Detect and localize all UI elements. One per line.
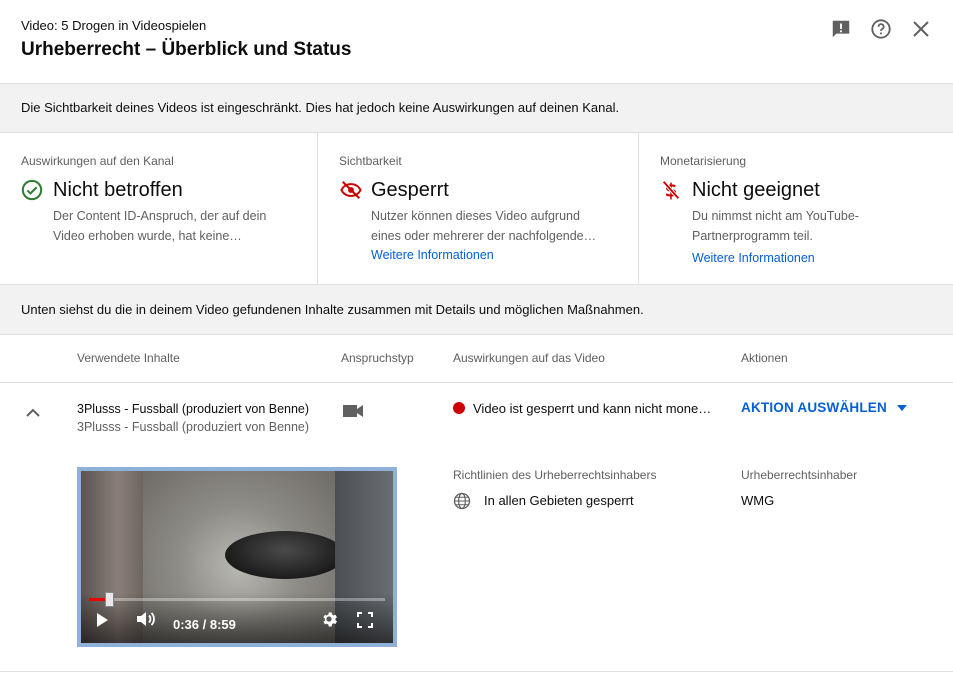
scrubber-handle[interactable]: [104, 592, 114, 607]
video-camera-icon: [342, 403, 364, 419]
video-frame: 0:36 / 8:59: [81, 471, 393, 643]
header-actions: Aktionen: [741, 351, 788, 365]
visibility-status: Gesperrt: [371, 179, 449, 201]
policy-label: Richtlinien des Urheberrechtsinhabers: [453, 468, 657, 482]
owner-text: WMG: [741, 493, 775, 508]
blocked-status-dot: [453, 402, 465, 414]
channel-impact-card: Auswirkungen auf den Kanal Nicht betroff…: [0, 133, 317, 285]
caret-down-icon: [896, 404, 907, 411]
help-icon[interactable]: [868, 16, 894, 42]
check-circle-icon: [21, 179, 43, 201]
header-claim-type: Anspruchstyp: [341, 351, 414, 365]
monetization-more-info-link[interactable]: Weitere Informationen: [692, 251, 815, 265]
status-overview: Auswirkungen auf den Kanal Nicht betroff…: [0, 133, 953, 285]
select-action-label: AKTION AUSWÄHLEN: [741, 400, 887, 415]
video-thumbnail-pan: [225, 531, 345, 579]
video-label: Video: 5 Drogen in Videospielen: [21, 18, 207, 33]
volume-icon[interactable]: [135, 610, 157, 633]
content-subtitle: 3Plusss - Fussball (produziert von Benne…: [77, 420, 310, 434]
visibility-label: Sichtbarkeit: [339, 154, 402, 168]
monetization-card: Monetarisierung $ Nicht geeignet Du nimm…: [638, 133, 953, 285]
monetization-label: Monetarisierung: [660, 154, 747, 168]
table-row: 3Plusss - Fussball (produziert von Benne…: [0, 383, 953, 672]
monetization-description: Du nimmst nicht am YouTube- Partnerprogr…: [692, 209, 859, 243]
visibility-card: Sichtbarkeit Gesperrt Nutzer können dies…: [317, 133, 638, 285]
channel-impact-status: Nicht betroffen: [53, 179, 183, 201]
visibility-banner: Die Sichtbarkeit deines Videos ist einge…: [0, 84, 953, 133]
feedback-icon[interactable]: [828, 16, 854, 42]
play-icon[interactable]: [95, 612, 109, 633]
page-title: Urheberrecht – Überblick und Status: [21, 39, 352, 60]
playback-time: 0:36 / 8:59: [173, 617, 236, 632]
select-action-button[interactable]: AKTION AUSWÄHLEN: [741, 400, 907, 415]
visibility-more-info-link[interactable]: Weitere Informationen: [371, 248, 494, 262]
monetization-status: Nicht geeignet: [692, 179, 820, 201]
globe-icon: [453, 492, 471, 510]
owner-label: Urheberrechtsinhaber: [741, 468, 858, 482]
close-icon[interactable]: [908, 16, 934, 42]
chevron-up-icon[interactable]: [22, 402, 44, 424]
progress-bar[interactable]: [89, 592, 385, 607]
eye-off-icon: [339, 179, 362, 201]
content-info-banner: Unten siehst du die in deinem Video gefu…: [0, 285, 953, 335]
video-player[interactable]: 0:36 / 8:59: [77, 467, 397, 647]
gear-icon[interactable]: [320, 610, 338, 633]
channel-impact-label: Auswirkungen auf den Kanal: [21, 154, 174, 168]
header-impact: Auswirkungen auf das Video: [453, 351, 605, 365]
content-title: 3Plusss - Fussball (produziert von Benne…: [77, 402, 310, 416]
channel-impact-description: Der Content ID-Anspruch, der auf dein Vi…: [53, 209, 267, 243]
impact-text: Video ist gesperrt und kann nicht moneta…: [473, 401, 713, 416]
header-content: Verwendete Inhalte: [77, 351, 180, 365]
visibility-description: Nutzer können dieses Video aufgrund eine…: [371, 209, 603, 243]
table-header: Verwendete Inhalte Anspruchstyp Auswirku…: [0, 335, 953, 383]
dialog-header: Video: 5 Drogen in Videospielen Urheberr…: [0, 0, 953, 84]
fullscreen-icon[interactable]: [357, 612, 373, 633]
money-off-icon: $: [660, 179, 682, 201]
policy-text: In allen Gebieten gesperrt: [484, 493, 634, 508]
